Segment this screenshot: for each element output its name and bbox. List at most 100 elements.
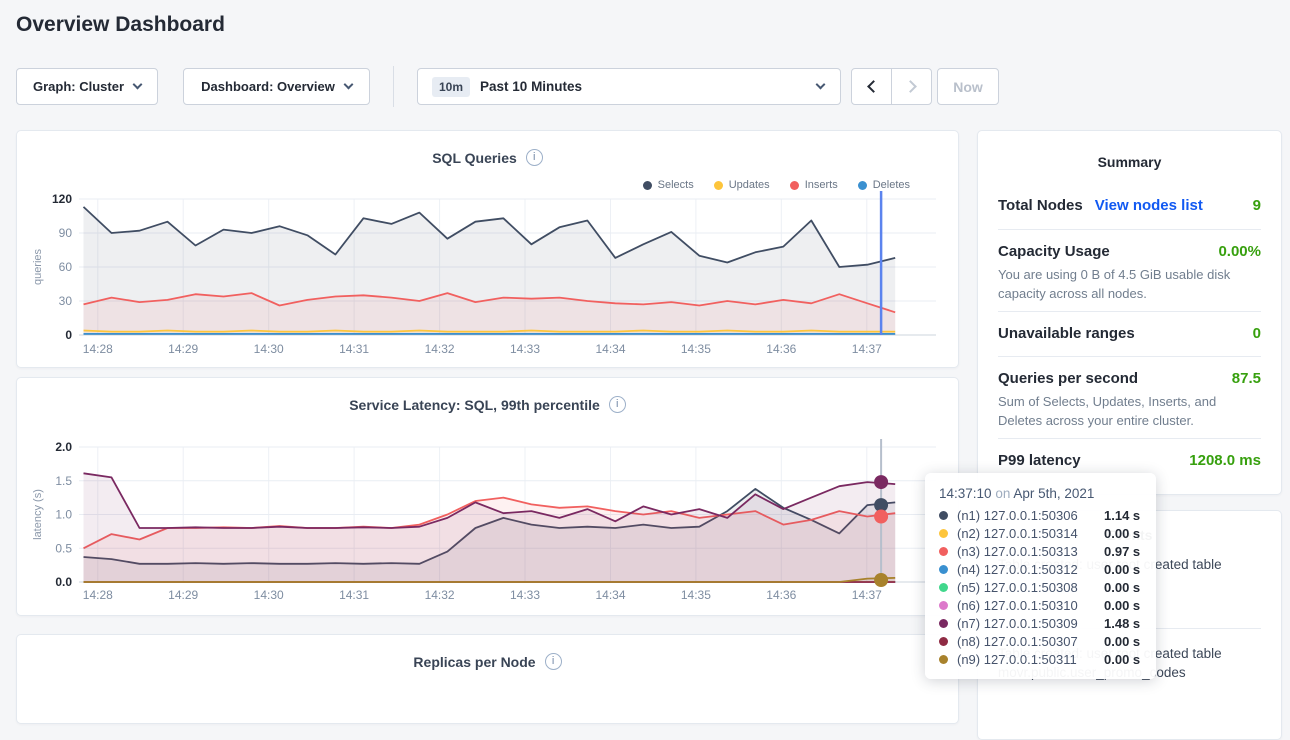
x-tick-label: 14:30 (254, 588, 284, 602)
divider (998, 438, 1261, 439)
graph-dropdown-label: Graph: Cluster (33, 79, 124, 94)
tooltip-series-dot (939, 529, 948, 538)
x-tick-label: 14:29 (168, 342, 198, 356)
chevron-right-icon (904, 80, 917, 93)
tooltip-node-name: (n3) 127.0.0.1:50313 (957, 544, 1104, 559)
crosshair-dot (874, 573, 888, 587)
x-tick-label: 14:35 (681, 342, 711, 356)
total-nodes-value: 9 (1253, 197, 1261, 214)
y-tick-label: 30 (59, 294, 73, 308)
y-tick-label: 120 (52, 192, 72, 206)
capacity-usage-description: You are using 0 B of 4.5 GiB usable disk… (998, 265, 1261, 303)
time-range-label: Past 10 Minutes (480, 79, 582, 94)
tooltip-series-dot (939, 565, 948, 574)
p99-latency-label: P99 latency (998, 452, 1081, 469)
y-tick-label: 0.5 (55, 541, 72, 555)
tooltip-row: (n8) 127.0.0.1:503070.00 s (939, 632, 1142, 650)
x-tick-label: 14:33 (510, 342, 540, 356)
unavailable-ranges-value: 0 (1253, 325, 1261, 342)
time-prev-button[interactable] (851, 68, 892, 105)
tooltip-row: (n7) 127.0.0.1:503091.48 s (939, 614, 1142, 632)
tooltip-node-value: 0.00 s (1104, 580, 1140, 595)
time-range-dropdown[interactable]: 10m Past 10 Minutes (417, 68, 841, 105)
x-tick-label: 14:28 (83, 588, 113, 602)
service-latency-card: Service Latency: SQL, 99th percentile i … (16, 377, 959, 616)
tooltip-node-name: (n2) 127.0.0.1:50314 (957, 526, 1104, 541)
x-tick-label: 14:31 (339, 342, 369, 356)
tooltip-node-value: 0.00 s (1104, 652, 1140, 667)
x-tick-label: 14:32 (425, 342, 455, 356)
tooltip-node-value: 1.48 s (1104, 616, 1140, 631)
tooltip-row: (n2) 127.0.0.1:503140.00 s (939, 524, 1142, 542)
service-latency-chart[interactable]: 14:2814:2914:3014:3114:3214:3314:3414:35… (17, 378, 960, 617)
time-next-button[interactable] (891, 68, 932, 105)
queries-per-second-label: Queries per second (998, 370, 1138, 387)
queries-per-second-description: Sum of Selects, Updates, Inserts, and De… (998, 392, 1261, 430)
tooltip-node-name: (n6) 127.0.0.1:50310 (957, 598, 1104, 613)
crosshair-dot (874, 475, 888, 489)
x-tick-label: 14:35 (681, 588, 711, 602)
x-tick-label: 14:32 (425, 588, 455, 602)
y-tick-label: 90 (59, 226, 73, 240)
divider (998, 311, 1261, 312)
summary-panel: Summary Total Nodes View nodes list 9 Ca… (977, 130, 1282, 495)
y-tick-label: 0.0 (55, 575, 72, 589)
tooltip-row: (n1) 127.0.0.1:503061.14 s (939, 506, 1142, 524)
sql-queries-card: SQL Queries i SelectsUpdatesInsertsDelet… (16, 130, 959, 368)
tooltip-node-name: (n9) 127.0.0.1:50311 (957, 652, 1104, 667)
tooltip-series-dot (939, 511, 948, 520)
capacity-usage-label: Capacity Usage (998, 243, 1110, 260)
x-tick-label: 14:30 (254, 342, 284, 356)
tooltip-node-name: (n4) 127.0.0.1:50312 (957, 562, 1104, 577)
tooltip-series-dot (939, 601, 948, 610)
sql-queries-chart[interactable]: 14:28 14:29 14:30 14:31 14:32 14:33 14:34 14:35… (17, 131, 960, 369)
capacity-usage-value: 0.00% (1218, 243, 1261, 260)
chevron-down-icon (343, 80, 353, 90)
tooltip-node-value: 0.97 s (1104, 544, 1140, 559)
graph-dropdown[interactable]: Graph: Cluster (16, 68, 158, 105)
tooltip-node-value: 0.00 s (1104, 562, 1140, 577)
tooltip-row: (n3) 127.0.0.1:503130.97 s (939, 542, 1142, 560)
toolbar-divider (393, 66, 394, 107)
tooltip-node-value: 0.00 s (1104, 634, 1140, 649)
chevron-down-icon (133, 80, 143, 90)
tooltip-series-dot (939, 583, 948, 592)
tooltip-node-name: (n8) 127.0.0.1:50307 (957, 634, 1104, 649)
view-nodes-list-link[interactable]: View nodes list (1095, 197, 1203, 214)
x-tick-label: 14:34 (595, 342, 625, 356)
time-now-button[interactable]: Now (937, 68, 999, 105)
x-tick-label: 14:29 (168, 588, 198, 602)
summary-title: Summary (978, 154, 1281, 170)
x-tick-label: 14:31 (339, 588, 369, 602)
y-tick-label: 1.5 (55, 474, 72, 488)
tooltip-series-dot (939, 637, 948, 646)
dashboard-dropdown-label: Dashboard: Overview (201, 79, 335, 94)
x-tick-label: 14:36 (766, 588, 796, 602)
tooltip-node-name: (n1) 127.0.0.1:50306 (957, 508, 1104, 523)
x-tick-label: 14:37 (852, 342, 882, 356)
tooltip-node-value: 0.00 s (1104, 598, 1140, 613)
x-tick-label: 14:34 (595, 588, 625, 602)
y-tick-label: 1.0 (55, 508, 72, 522)
tooltip-row: (n5) 127.0.0.1:503080.00 s (939, 578, 1142, 596)
y-tick-label: 2.0 (55, 440, 72, 454)
tooltip-node-value: 0.00 s (1104, 526, 1140, 541)
chevron-down-icon (816, 80, 826, 90)
tooltip-row: (n6) 127.0.0.1:503100.00 s (939, 596, 1142, 614)
queries-per-second-value: 87.5 (1232, 370, 1261, 387)
chevron-left-icon (867, 80, 880, 93)
tooltip-timestamp: 14:37:10 on Apr 5th, 2021 (939, 486, 1142, 501)
tooltip-series-dot (939, 619, 948, 628)
dashboard-dropdown[interactable]: Dashboard: Overview (183, 68, 370, 105)
tooltip-node-value: 1.14 s (1104, 508, 1140, 523)
y-tick-label: 0 (65, 328, 72, 342)
x-tick-label: 14:28 (83, 342, 113, 356)
replicas-per-node-card: Replicas per Node i (16, 634, 959, 724)
y-axis-label: queries (32, 248, 44, 285)
info-icon[interactable]: i (545, 653, 562, 670)
tooltip-row: (n4) 127.0.0.1:503120.00 s (939, 560, 1142, 578)
total-nodes-label: Total Nodes (998, 197, 1083, 214)
time-range-badge: 10m (432, 77, 470, 97)
tooltip-series-dot (939, 655, 948, 664)
tooltip-node-name: (n7) 127.0.0.1:50309 (957, 616, 1104, 631)
